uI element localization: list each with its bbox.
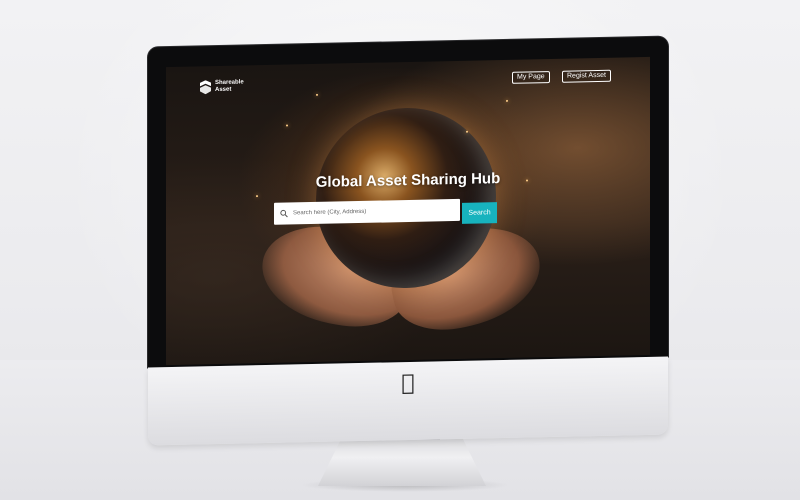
sparkle — [506, 99, 508, 102]
shield-chevron-icon — [200, 80, 211, 95]
search-button[interactable]: Search — [462, 202, 497, 224]
site-logo[interactable]: Shareable Asset — [200, 75, 244, 98]
website-screen: Shareable Asset My Page Regist Asset Glo… — [166, 56, 650, 366]
search-input[interactable] — [293, 200, 453, 224]
search-bar[interactable] — [274, 198, 460, 225]
logo-wordmark: Shareable Asset — [215, 79, 244, 94]
my-page-button[interactable]: My Page — [512, 71, 550, 84]
sparkle — [466, 130, 468, 133]
sparkle — [286, 124, 288, 127]
monitor-stand-base — [318, 438, 486, 486]
logo-line-2: Asset — [215, 86, 232, 94]
sparkle — [316, 93, 318, 96]
monitor-bezel: Shareable Asset My Page Regist Asset Glo… — [148, 36, 668, 368]
regist-asset-button[interactable]: Regist Asset — [562, 69, 611, 83]
apple-logo-icon:  — [398, 371, 418, 396]
monitor-chin — [148, 356, 668, 446]
sparkle — [256, 195, 258, 198]
imac-monitor: Shareable Asset My Page Regist Asset Glo… — [148, 36, 668, 446]
search-icon — [280, 209, 288, 218]
